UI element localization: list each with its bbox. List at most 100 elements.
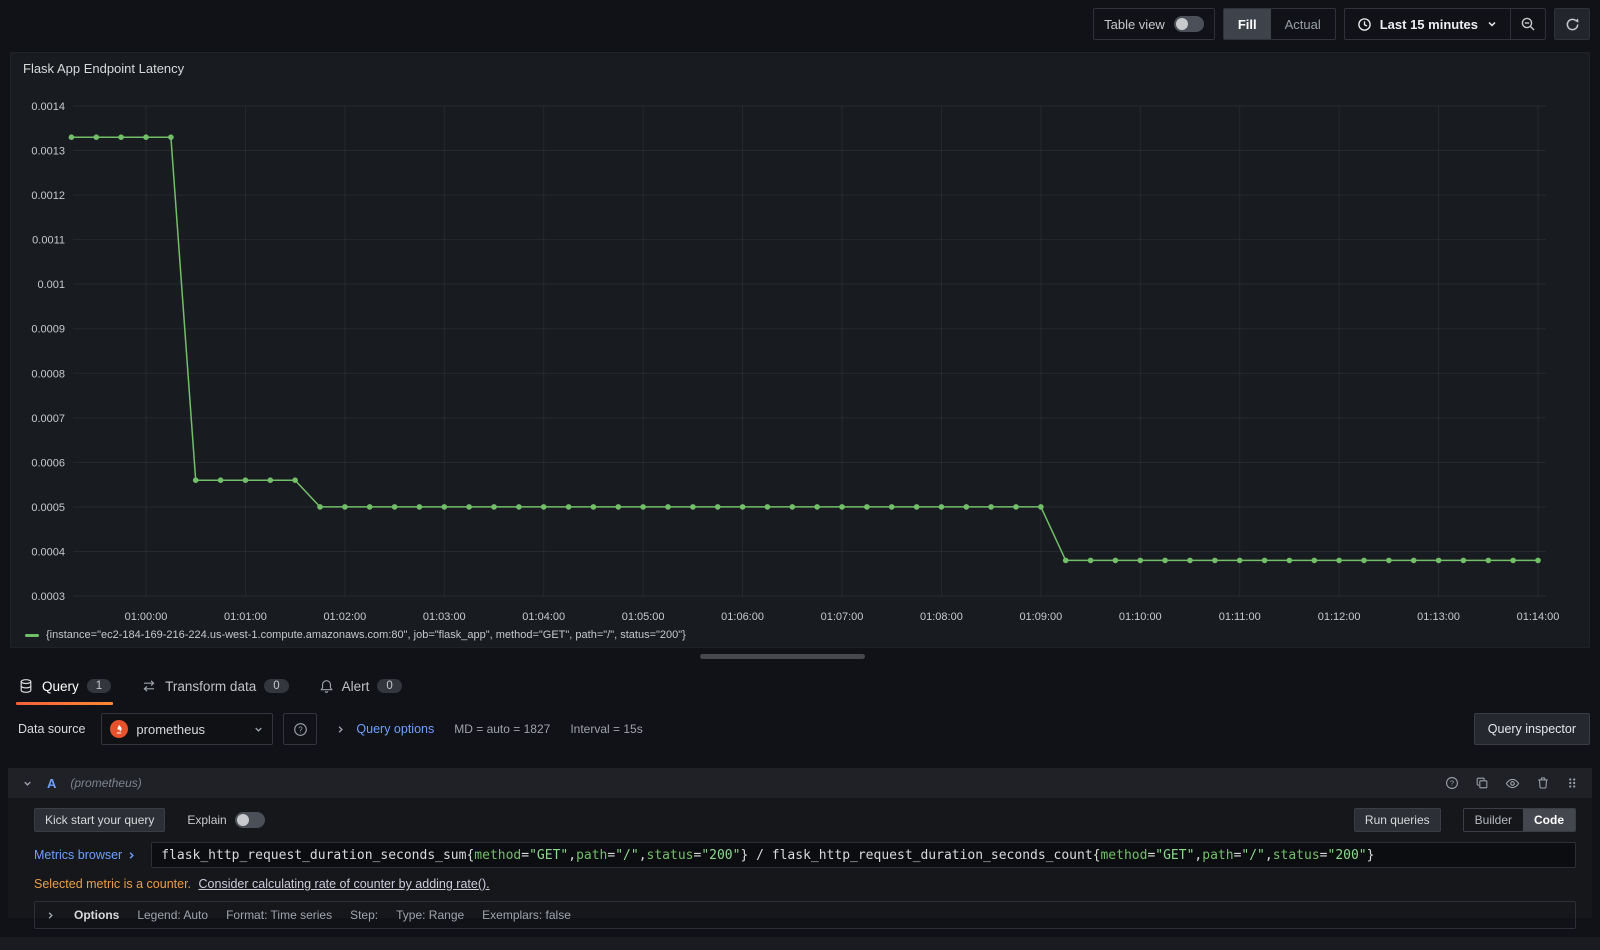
query-toolbar-row: Kick start your query Explain Run querie… (34, 808, 1576, 832)
clock-icon (1357, 17, 1372, 32)
editor-tabs: Query 1 Transform data 0 Alert 0 (15, 670, 402, 705)
query-datasource-hint: (prometheus) (70, 776, 142, 790)
eye-icon[interactable] (1505, 776, 1520, 791)
tab-alert-badge: 0 (377, 679, 402, 693)
svg-text:0.0003: 0.0003 (31, 591, 65, 603)
panel-title: Flask App Endpoint Latency (23, 61, 185, 76)
run-queries-button[interactable]: Run queries (1353, 808, 1441, 832)
query-ref-id[interactable]: A (47, 776, 56, 791)
query-options-label: Query options (356, 722, 435, 736)
refresh-icon (1555, 9, 1589, 39)
question-circle-icon: ? (293, 722, 308, 737)
legend-series-label[interactable]: {instance="ec2-184-169-216-224.us-west-1… (46, 629, 686, 641)
svg-text:0.0011: 0.0011 (32, 235, 65, 247)
svg-text:01:07:00: 01:07:00 (821, 611, 864, 623)
svg-text:0.0014: 0.0014 (31, 101, 65, 113)
svg-text:0.001: 0.001 (37, 279, 65, 291)
datasource-help-button[interactable]: ? (283, 713, 318, 745)
chevron-right-icon (126, 850, 137, 861)
chevron-right-icon (335, 724, 346, 735)
transform-icon (141, 678, 157, 694)
metrics-browser-toggle[interactable]: Metrics browser (34, 848, 137, 862)
timeseries-panel: Flask App Endpoint Latency 0.0014 0.0013 0… (10, 52, 1590, 648)
options-summary: Legend: Auto Format: Time series Step: Type… (137, 908, 571, 922)
fill-actual-group: Fill Actual (1222, 8, 1336, 40)
svg-text:01:06:00: 01:06:00 (721, 611, 764, 623)
tab-transform-badge: 0 (264, 679, 289, 693)
svg-text:01:11:00: 01:11:00 (1219, 611, 1261, 623)
svg-text:01:01:00: 01:01:00 (224, 611, 267, 623)
explain-label: Explain (187, 813, 227, 827)
trash-icon[interactable] (1536, 776, 1550, 790)
svg-text:01:08:00: 01:08:00 (920, 611, 963, 623)
datasource-label: Data source (18, 722, 86, 736)
kick-start-query-button[interactable]: Kick start your query (34, 808, 166, 832)
query-inspector-button[interactable]: Query inspector (1473, 713, 1590, 745)
datasource-name: prometheus (136, 721, 206, 737)
time-controls-group: Last 15 minutes (1343, 8, 1546, 40)
tab-transform-data[interactable]: Transform data 0 (141, 670, 289, 702)
query-row-body: Kick start your query Explain Run querie… (8, 798, 1592, 929)
svg-text:01:14:00: 01:14:00 (1517, 611, 1560, 623)
query-expression-row: Metrics browser flask_http_request_durat… (34, 842, 1576, 868)
svg-text:0.0004: 0.0004 (31, 546, 65, 558)
tab-alert[interactable]: Alert 0 (319, 670, 402, 702)
interval-text: Interval = 15s (570, 722, 643, 736)
help-icon[interactable]: ? (1445, 776, 1459, 790)
add-rate-link[interactable]: Consider calculating rate of counter by … (199, 877, 490, 891)
table-view-toggle[interactable] (1173, 16, 1204, 32)
tab-query-badge: 1 (86, 679, 112, 693)
actual-button[interactable]: Actual (1271, 9, 1335, 39)
prometheus-icon (110, 720, 129, 738)
svg-text:0.0012: 0.0012 (31, 190, 65, 202)
explain-toggle[interactable] (234, 812, 265, 828)
panel-editor: Table view Fill Actual Last 15 minutes F… (0, 0, 1600, 950)
options-summary-item: Type: Range (396, 908, 465, 922)
svg-text:01:05:00: 01:05:00 (622, 611, 665, 623)
explain-control: Explain (187, 812, 265, 828)
svg-text:0.0013: 0.0013 (31, 146, 65, 158)
options-label: Options (74, 908, 120, 922)
options-summary-item: Legend: Auto (137, 908, 209, 922)
tab-alert-label: Alert (341, 678, 370, 694)
svg-text:01:00:00: 01:00:00 (125, 611, 168, 623)
builder-option[interactable]: Builder (1464, 809, 1523, 831)
time-range-label: Last 15 minutes (1379, 16, 1478, 32)
latency-chart[interactable]: 0.0014 0.0013 0.0012 0.0011 0.001 0.0009 0.000… (11, 83, 1591, 628)
table-view-control: Table view (1093, 8, 1215, 40)
bell-icon (319, 679, 334, 694)
counter-warning-row: Selected metric is a counter. Consider c… (34, 877, 1576, 891)
query-row-actions: ? (1445, 776, 1578, 791)
svg-text:01:09:00: 01:09:00 (1019, 611, 1062, 623)
max-data-points-text: MD = auto = 1827 (454, 722, 551, 736)
tab-transform-label: Transform data (165, 678, 257, 694)
database-icon (18, 678, 34, 694)
fill-button[interactable]: Fill (1223, 9, 1271, 39)
options-summary-item: Format: Time series (226, 908, 333, 922)
query-options-toggle[interactable]: Query options (335, 722, 434, 736)
pane-resize-handle[interactable] (700, 654, 865, 659)
zoom-out-button[interactable] (1511, 9, 1545, 39)
datasource-row: Data source prometheus ? Query options M… (18, 712, 1590, 746)
datasource-select[interactable]: prometheus (101, 713, 274, 745)
query-row-header[interactable]: A (prometheus) ? (8, 768, 1592, 798)
duplicate-icon[interactable] (1475, 776, 1489, 790)
chart-legend: {instance="ec2-184-169-216-224.us-west-1… (25, 629, 686, 641)
svg-text:?: ? (1450, 779, 1454, 788)
collapse-chevron-icon[interactable] (22, 778, 33, 789)
metrics-browser-label: Metrics browser (34, 848, 123, 862)
zoom-out-icon (1520, 16, 1536, 32)
tab-query[interactable]: Query 1 (15, 670, 114, 705)
promql-expression-input[interactable]: flask_http_request_duration_seconds_sum{… (151, 842, 1576, 868)
svg-text:01:13:00: 01:13:00 (1417, 611, 1460, 623)
svg-text:01:02:00: 01:02:00 (323, 611, 366, 623)
svg-text:01:10:00: 01:10:00 (1119, 611, 1162, 623)
svg-text:0.0005: 0.0005 (31, 502, 65, 514)
code-option[interactable]: Code (1523, 809, 1575, 831)
query-options-summary-row[interactable]: Options Legend: Auto Format: Time series S… (34, 901, 1576, 929)
svg-text:0.0006: 0.0006 (31, 457, 65, 469)
drag-handle-icon[interactable] (1566, 776, 1578, 790)
chevron-down-icon (253, 724, 264, 735)
refresh-button[interactable] (1554, 8, 1590, 40)
time-range-picker[interactable]: Last 15 minutes (1345, 9, 1510, 39)
